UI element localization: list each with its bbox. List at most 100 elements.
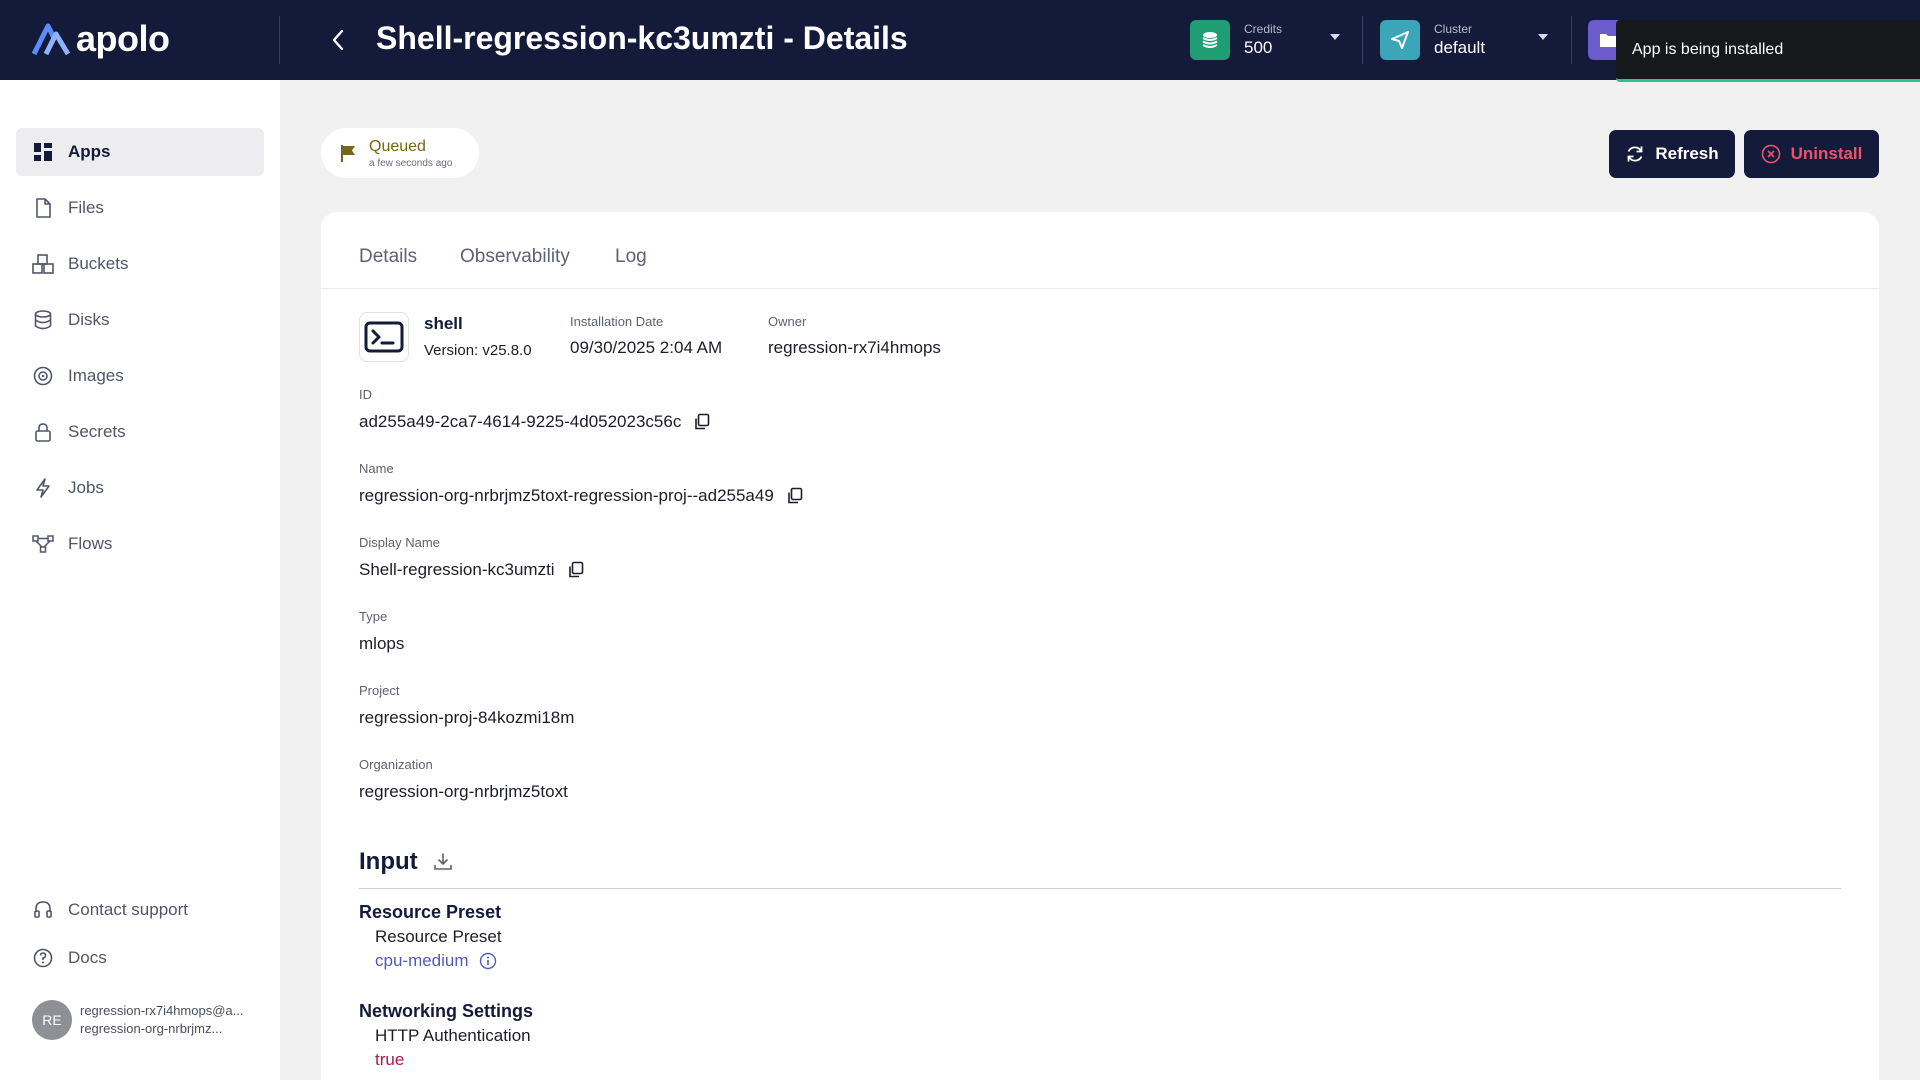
uninstall-button[interactable]: Uninstall — [1744, 130, 1879, 178]
app-name: shell — [424, 314, 463, 333]
sidebar-item-buckets[interactable]: Buckets — [16, 240, 264, 288]
organization-value: regression-org-nrbrjmz5toxt — [359, 782, 568, 801]
download-icon[interactable] — [432, 851, 454, 873]
sidebar-item-label: Flows — [68, 534, 113, 553]
sidebar-item-label: Apps — [68, 142, 111, 161]
flow-icon — [32, 533, 54, 555]
apolo-logo-icon — [32, 23, 70, 56]
resource-preset-label: Resource Preset — [375, 927, 502, 946]
credits-value: 500 — [1244, 38, 1273, 57]
sidebar-item-secrets[interactable]: Secrets — [16, 408, 264, 456]
name-label: Name — [359, 461, 394, 476]
tab-log[interactable]: Log — [615, 246, 647, 268]
section-divider — [359, 888, 1841, 889]
id-row: ad255a49-2ca7-4614-9225-4d052023c56c — [359, 412, 711, 432]
installation-date-label: Installation Date — [570, 314, 664, 329]
display-name-label: Display Name — [359, 535, 440, 550]
sidebar-item-label: Disks — [68, 310, 110, 329]
name-row: regression-org-nrbrjmz5toxt-regression-p… — [359, 486, 804, 506]
refresh-label: Refresh — [1655, 144, 1719, 163]
lock-icon — [32, 421, 54, 443]
status-label: Queued — [369, 137, 426, 155]
sidebar-item-label: Images — [68, 366, 124, 385]
disk-icon — [32, 309, 54, 331]
back-button[interactable] — [322, 24, 354, 56]
sidebar-item-flows[interactable]: Flows — [16, 520, 264, 568]
chevron-left-icon — [332, 29, 344, 51]
toast-notification[interactable]: App is being installed — [1616, 20, 1920, 82]
caret-down-icon — [1330, 34, 1340, 40]
headset-icon — [32, 899, 54, 921]
user-menu[interactable]: RE regression-rx7i4hmops@a... regression… — [32, 1000, 243, 1040]
avatar: RE — [32, 1000, 72, 1040]
http-authentication-label: HTTP Authentication — [375, 1026, 531, 1045]
brand-name: apolo — [76, 18, 170, 59]
coins-icon — [1190, 20, 1230, 60]
tab-bar: Details Observability Log — [321, 212, 1879, 289]
close-circle-icon — [1761, 144, 1781, 164]
header-divider — [279, 16, 280, 64]
sidebar-item-label: Files — [68, 198, 104, 217]
apolo-logo[interactable]: apolo — [32, 18, 170, 60]
owner-value: regression-rx7i4hmops — [768, 338, 941, 357]
copy-icon[interactable] — [693, 413, 711, 431]
tab-observability[interactable]: Observability — [460, 246, 570, 268]
sidebar-item-label: Secrets — [68, 422, 126, 441]
contact-support-link[interactable]: Contact support — [16, 886, 264, 934]
resource-preset-value: cpu-medium — [375, 951, 469, 970]
app-version: Version: v25.8.0 — [424, 342, 532, 359]
credits-label: Credits — [1244, 22, 1283, 36]
id-value: ad255a49-2ca7-4614-9225-4d052023c56c — [359, 412, 682, 431]
sidebar-item-label: Buckets — [68, 254, 129, 273]
info-icon[interactable] — [479, 952, 497, 970]
refresh-icon — [1625, 144, 1645, 164]
organization-label: Organization — [359, 757, 433, 772]
credits-selector[interactable]: Credits 500 — [1190, 18, 1340, 62]
http-authentication-value: true — [375, 1050, 405, 1069]
input-title-text: Input — [359, 848, 418, 875]
tab-details[interactable]: Details — [359, 246, 417, 268]
cluster-selector[interactable]: Cluster default — [1380, 18, 1548, 62]
user-org: regression-org-nrbrjmz... — [80, 1021, 223, 1036]
terminal-icon — [359, 312, 409, 362]
project-value: regression-proj-84kozmi18m — [359, 708, 575, 727]
sidebar-item-images[interactable]: Images — [16, 352, 264, 400]
display-name-row: Shell-regression-kc3umzti — [359, 560, 585, 580]
docs-link[interactable]: Docs — [16, 934, 264, 982]
image-icon — [32, 365, 54, 387]
sidebar-item-label: Contact support — [68, 900, 189, 919]
sidebar-item-apps[interactable]: Apps — [16, 128, 264, 176]
sidebar-item-files[interactable]: Files — [16, 184, 264, 232]
cluster-label: Cluster — [1434, 22, 1473, 36]
flag-icon — [341, 145, 355, 162]
sidebar: Apps Files Buckets Disks Images Secrets — [0, 80, 280, 1080]
copy-icon[interactable] — [786, 487, 804, 505]
bucket-icon — [32, 253, 54, 275]
status-badge: Queued a few seconds ago — [321, 128, 479, 178]
refresh-button[interactable]: Refresh — [1609, 130, 1735, 178]
installation-date-value: 09/30/2025 2:04 AM — [570, 338, 723, 357]
user-email: regression-rx7i4hmops@a... — [80, 1003, 244, 1018]
sidebar-item-jobs[interactable]: Jobs — [16, 464, 264, 512]
status-time: a few seconds ago — [369, 157, 453, 169]
uninstall-label: Uninstall — [1790, 144, 1863, 163]
bolt-icon — [32, 477, 54, 499]
type-label: Type — [359, 609, 388, 624]
id-label: ID — [359, 387, 372, 402]
name-value: regression-org-nrbrjmz5toxt-regression-p… — [359, 486, 774, 505]
header-separator — [1571, 16, 1572, 64]
sidebar-item-label: Docs — [68, 948, 107, 967]
input-section-title: Input — [359, 848, 454, 876]
copy-icon[interactable] — [567, 561, 585, 579]
resource-preset-group: Resource Preset — [359, 902, 502, 922]
sidebar-item-label: Jobs — [68, 478, 104, 497]
send-icon — [1380, 20, 1420, 60]
project-label: Project — [359, 683, 400, 698]
help-icon — [32, 947, 54, 969]
page-title: Shell-regression-kc3umzti - Details — [376, 20, 908, 56]
resource-preset-link[interactable]: cpu-medium — [375, 951, 497, 971]
apps-grid-icon — [32, 141, 54, 163]
details-card: Details Observability Log shell Version:… — [321, 212, 1879, 1080]
sidebar-item-disks[interactable]: Disks — [16, 296, 264, 344]
type-value: mlops — [359, 634, 405, 653]
